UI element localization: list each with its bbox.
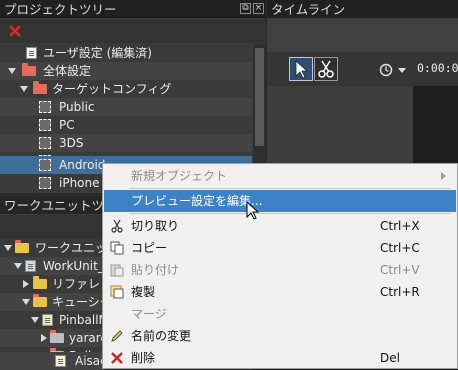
mouse-cursor-icon [246,201,260,220]
pencil-icon [111,330,123,342]
cue-sheet-icon [42,314,53,326]
menu-item-label: 新規オブジェクト [131,169,228,183]
paste-icon [110,264,124,277]
target-icon [39,159,51,171]
duplicate-icon [110,285,124,299]
menu-item-shortcut: Ctrl+V [380,263,420,277]
expand-arrow-icon[interactable] [22,299,30,305]
clock-icon[interactable] [379,63,393,77]
folder-icon [33,276,47,289]
target-icon [39,137,51,149]
menu-item-label: 貼り付け [131,263,180,277]
delete-icon [111,352,123,364]
context-menu: 新規オブジェクト プレビュー設定を編集... 切り取り Ctrl+X コピー C… [102,163,458,369]
menu-separator [129,188,451,189]
collapsed-arrow-icon[interactable] [23,280,29,288]
tree-item-3ds[interactable]: 3DS [0,134,252,152]
cursor-arrow-icon [295,60,309,79]
tree-item-label: ターゲットコンフィグ [52,82,172,96]
menu-item-shortcut: Ctrl+R [380,285,420,299]
work-unit-icon [25,260,36,272]
menu-item-duplicate[interactable]: 複製 Ctrl+R [104,281,456,303]
folder-icon [50,330,64,343]
tree-item-label: PC [59,118,75,132]
tree-item-global-settings[interactable]: 全体設定 [0,62,252,80]
tree-item-target-config[interactable]: ターゲットコンフィグ [0,80,252,98]
document-icon [26,47,37,59]
tree-item-pc[interactable]: PC [0,116,252,134]
menu-item-rename[interactable]: 名前の変更 [104,325,456,347]
expand-arrow-icon[interactable] [20,86,28,92]
timeline-header: タイムライン [267,0,458,19]
menu-item-label: プレビュー設定を編集... [131,194,263,208]
tree-item-public[interactable]: Public [0,98,252,116]
timeline-toolbar: 0:00:00 [267,52,458,86]
expand-arrow-icon[interactable] [4,245,12,251]
menu-item-edit-preview-settings[interactable]: プレビュー設定を編集... [104,190,456,212]
folder-open-icon [15,240,29,253]
project-tree-header: プロジェクトツリー ⧉ × [0,0,266,19]
collapsed-arrow-icon[interactable] [41,334,47,342]
tree-item-label: iPhone [59,176,100,190]
menu-separator [129,213,451,214]
target-icon [39,101,51,113]
close-panel-icon[interactable]: × [253,3,264,14]
timeline-title: タイムライン [271,2,346,17]
tree-item-label: 3DS [59,136,84,150]
tree-item-label: 全体設定 [43,64,92,78]
tree-item-label: Public [59,100,95,114]
aisac-icon [55,355,66,367]
wu-item-label: WorkUnit_P [43,259,112,273]
menu-item-paste[interactable]: 貼り付け Ctrl+V [104,259,456,281]
copy-icon [110,241,124,255]
menu-item-new-object[interactable]: 新規オブジェクト [104,165,456,187]
folder-icon [33,81,47,94]
tree-scrollbar-thumb[interactable] [255,48,264,146]
menu-item-label: 名前の変更 [131,329,192,343]
float-panel-icon[interactable]: ⧉ [240,3,251,14]
menu-item-copy[interactable]: コピー Ctrl+C [104,237,456,259]
tree-item-label: Android [59,158,106,172]
menu-item-label: 切り取り [131,219,180,233]
folder-icon [22,63,36,76]
menu-item-shortcut: Ctrl+X [380,219,420,233]
menu-item-label: 削除 [131,351,156,365]
select-tool-button[interactable] [289,57,313,81]
menu-item-shortcut: Del [380,351,400,365]
timeline-strip [267,19,458,52]
expand-arrow-icon[interactable] [8,68,16,74]
expand-arrow-icon[interactable] [31,317,39,323]
folder-open-icon [33,294,47,307]
expand-arrow-icon[interactable] [14,263,22,269]
scissors-tool-button[interactable] [314,57,338,81]
scissors-icon [318,60,334,78]
project-tree-title: プロジェクトツリー [4,2,117,17]
target-icon [39,119,51,131]
tree-item-user-settings[interactable]: ユーザ設定 (編集済) [0,44,252,62]
clock-dropdown-icon[interactable] [398,68,406,73]
submenu-arrow-icon [441,172,446,180]
target-icon [39,177,51,189]
time-readout: 0:00:00 [417,61,458,75]
menu-item-delete[interactable]: 削除 Del [104,347,456,369]
menu-item-label: コピー [131,241,168,255]
scissors-icon [111,219,123,233]
menu-item-label: マージ [131,307,167,321]
menu-item-shortcut: Ctrl+C [380,241,420,255]
delete-icon[interactable] [9,25,21,37]
project-tree-toolbar [0,19,266,43]
menu-item-cut[interactable]: 切り取り Ctrl+X [104,215,456,237]
menu-item-merge[interactable]: マージ [104,303,456,325]
menu-item-label: 複製 [131,285,156,299]
tree-item-label: ユーザ設定 (編集済) [43,46,152,60]
